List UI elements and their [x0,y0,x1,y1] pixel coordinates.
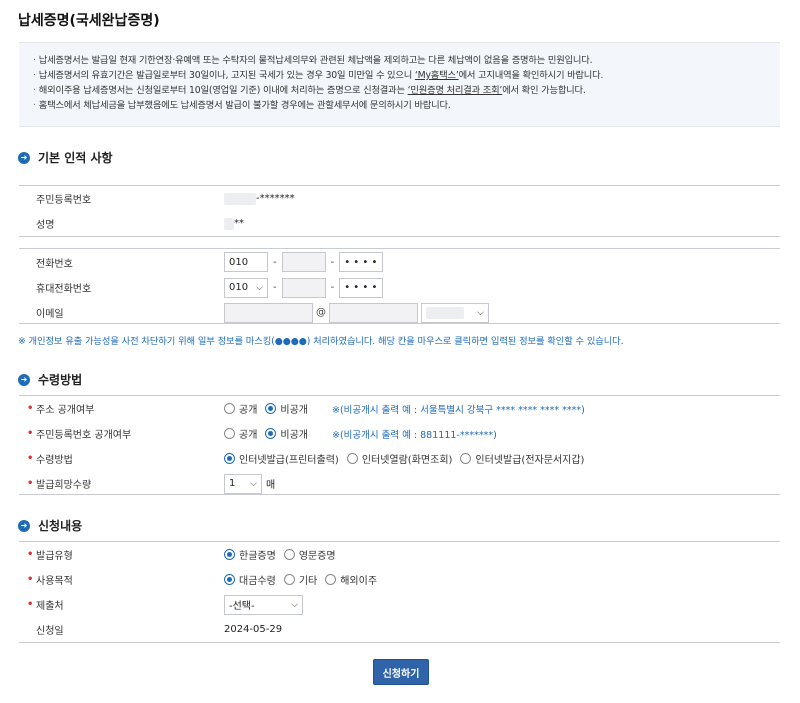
phone-middle-input[interactable] [281,252,326,272]
required-mark: • [27,478,34,489]
my-hometax-link[interactable]: ‘My홈택스’ [415,70,459,81]
name-row: 성명 ** [19,211,780,236]
purpose-label: 사용목적 [36,576,73,587]
chevron-down-icon: ⌵ [291,599,298,610]
purpose-payment-radio[interactable]: 대금수령 [224,572,276,587]
section-title: 수령방법 [38,373,83,387]
phone-row: 전화번호 010 - - • • • • [19,249,780,275]
mobile-last-input[interactable]: • • • • [339,277,384,298]
submit-button[interactable]: 신청하기 [373,659,429,685]
rrn-public-row: • 주민등록번호 공개여부 공개 비공개 ※(비공개시 출력 예 : 881111… [19,421,780,446]
issue-type-row: • 발급유형 한글증명 영문증명 [19,542,780,567]
contact-table: 전화번호 010 - - • • • • 휴대전화번호 010 ⌵ - - • •… [19,248,780,324]
notice-item: · 납세증명서는 발급일 현재 기한연장·유예액 또는 수탁자의 물적납세의무와 … [33,55,593,66]
submit-to-row: • 제출처 -선택- ⌵ [19,592,780,617]
rrn-public-label: 주민등록번호 공개여부 [36,430,132,441]
receive-table: • 주소 공개여부 공개 비공개 ※(비공개시 출력 예 : 서울특별시 강북구 … [19,395,780,495]
rrn-value: -******* [256,193,295,204]
method-row: • 수령방법 인터넷발급(프린터출력) 인터넷열람(화면조회) 인터넷발급(전자문… [19,446,780,471]
required-mark: • [27,428,34,439]
type-korean-radio[interactable]: 한글증명 [224,547,276,562]
submit-to-label: 제출처 [36,601,64,612]
rrn-private-radio[interactable]: 비공개 [265,426,308,441]
date-value: 2024-05-29 [224,624,283,635]
section-basic-info: ➜ 기본 인적 사항 [18,149,113,166]
submit-to-select[interactable]: -선택- ⌵ [224,594,303,615]
basic-info-table: 주민등록번호 -******* 성명 ** [19,185,780,237]
phone-last-input[interactable]: • • • • [339,252,384,272]
result-inquiry-link[interactable]: ‘민원증명 처리결과 조회’ [408,85,503,96]
required-mark: • [27,453,34,464]
masked-value [224,217,234,230]
mobile-label: 휴대전화번호 [36,284,92,295]
at-sign: @ [316,307,326,318]
arrow-right-icon: ➜ [18,151,30,164]
address-public-row: • 주소 공개여부 공개 비공개 ※(비공개시 출력 예 : 서울특별시 강북구 … [19,396,780,421]
address-public-radio[interactable]: 공개 [224,401,257,416]
mobile-prefix-select[interactable]: 010 ⌵ [224,277,268,298]
rrn-public-radio[interactable]: 공개 [224,426,257,441]
section-title: 신청내용 [38,519,83,533]
purpose-other-radio[interactable]: 기타 [283,572,317,587]
issue-type-label: 발급유형 [36,551,73,562]
section-application: ➜ 신청내용 [18,517,82,534]
mobile-middle-input[interactable] [281,277,326,298]
section-title: 기본 인적 사항 [38,151,113,165]
rrn-label: 주민등록번호 [36,195,92,206]
date-label: 신청일 [36,626,64,637]
email-label: 이메일 [36,309,64,320]
purpose-emigration-radio[interactable]: 해외이주 [325,572,377,587]
chevron-down-icon: ⌵ [256,282,263,293]
mobile-row: 휴대전화번호 010 ⌵ - - • • • • [19,275,780,300]
application-table: • 발급유형 한글증명 영문증명 • 사용목적 대금수령 기타 해외이주 • 제출처 … [19,541,780,643]
notice-box: · 납세증명서는 발급일 현재 기한연장·유예액 또는 수탁자의 물적납세의무와 … [19,42,780,127]
email-domain-select[interactable]: ⌵ [421,302,489,323]
address-private-radio[interactable]: 비공개 [265,401,308,416]
purpose-row: • 사용목적 대금수령 기타 해외이주 [19,567,780,592]
email-row: 이메일 @ ⌵ [19,300,780,325]
date-row: 신청일 2024-05-29 [19,617,780,642]
rrn-hint: ※(비공개시 출력 예 : 881111-*******) [332,429,497,441]
method-view-radio[interactable]: 인터넷열람(화면조회) [346,451,452,466]
required-mark: • [27,574,34,585]
method-print-radio[interactable]: 인터넷발급(프린터출력) [224,451,339,466]
address-hint: ※(비공개시 출력 예 : 서울특별시 강북구 **** **** **** *… [332,404,585,416]
count-row: • 발급희망수량 1 ⌵ 매 [19,471,780,496]
chevron-down-icon: ⌵ [250,478,257,489]
required-mark: • [27,599,34,610]
name-value: ** [234,218,244,229]
count-unit: 매 [266,480,276,491]
notice-item: · 홈택스에서 체납세금을 납부했음에도 납세증명서 발급이 불가할 경우에는 관… [33,100,451,111]
arrow-right-icon: ➜ [18,373,30,386]
email-id-input[interactable] [224,302,313,323]
chevron-down-icon: ⌵ [477,307,484,318]
name-label: 성명 [36,220,55,231]
address-public-label: 주소 공개여부 [36,405,95,416]
method-wallet-radio[interactable]: 인터넷발급(전자문서지갑) [460,451,584,466]
masked-value [224,192,256,205]
required-mark: • [27,403,34,414]
notice-item: · 납세증명서의 유효기간은 발급일로부터 30일이나, 고지된 국세가 있는 경… [33,70,604,81]
method-label: 수령방법 [36,455,73,466]
email-domain-input[interactable] [329,302,418,323]
section-receive-method: ➜ 수령방법 [18,371,82,388]
masking-notice: ※ 개인정보 유출 가능성을 사전 차단하기 위해 일부 정보를 마스킹(●●●… [18,336,624,347]
phone-label: 전화번호 [36,258,73,270]
phone-first-input[interactable]: 010 [224,252,268,272]
notice-item: · 해외이주용 납세증명서는 신청일로부터 10일(영업일 기준) 이내에 처리하… [33,85,586,96]
type-english-radio[interactable]: 영문증명 [283,547,336,562]
arrow-right-icon: ➜ [18,519,30,532]
required-mark: • [27,549,34,560]
count-select[interactable]: 1 ⌵ [224,473,262,494]
count-label: 발급희망수량 [36,480,92,491]
page-title: 납세증명(국세완납증명) [18,13,160,29]
rrn-row: 주민등록번호 -******* [19,186,780,211]
